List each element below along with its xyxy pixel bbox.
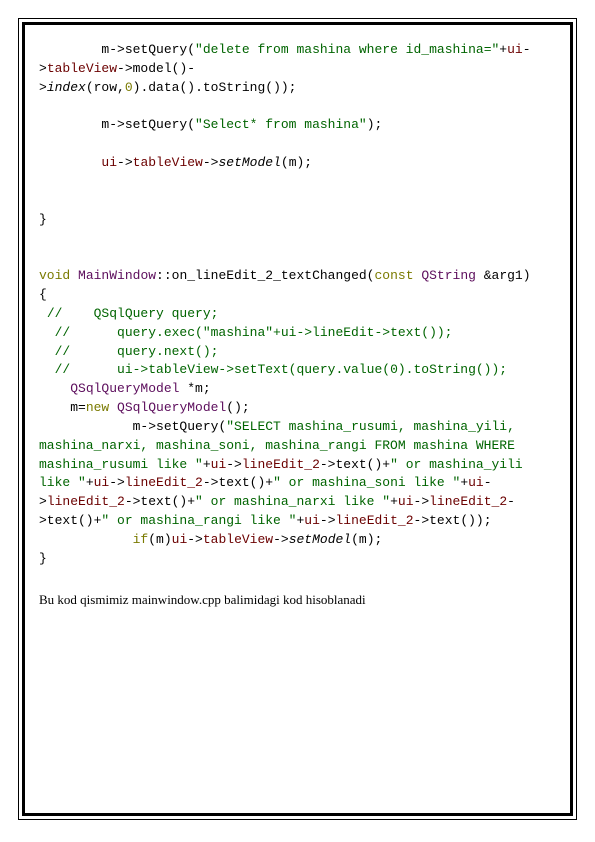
code-text: -> xyxy=(203,155,219,170)
kw-if: if xyxy=(133,532,149,547)
code-text: ->model()- xyxy=(117,61,195,76)
code-text: m= xyxy=(39,400,86,415)
code-text: -> xyxy=(414,494,430,509)
string-literal: "delete from mashina where id_mashina=" xyxy=(195,42,499,57)
member-ui: ui xyxy=(172,532,188,547)
code-text: -> xyxy=(273,532,289,547)
code-text: + xyxy=(390,494,398,509)
comment-line: // query.exec("mashina"+ui->lineEdit->te… xyxy=(39,325,452,340)
code-text: > xyxy=(39,80,47,95)
member-lineedit2: lineEdit_2 xyxy=(336,513,414,528)
code-text: ->text()+ xyxy=(203,475,273,490)
code-text xyxy=(70,268,78,283)
member-ui: ui xyxy=(211,457,227,472)
code-text: ); xyxy=(367,117,383,132)
code-block-a: m->setQuery("delete from mashina where i… xyxy=(39,41,556,267)
page-outer-frame: m->setQuery("delete from mashina where i… xyxy=(18,18,577,820)
code-text: + xyxy=(203,457,211,472)
member-tableview: tableView xyxy=(203,532,273,547)
code-text: (m); xyxy=(281,155,312,170)
code-text: -> xyxy=(109,475,125,490)
brace-close: } xyxy=(39,212,47,227)
member-lineedit2: lineEdit_2 xyxy=(242,457,320,472)
code-text: &arg1) xyxy=(476,268,531,283)
string-literal: " or mashina_soni like " xyxy=(273,475,460,490)
comment-line: // ui->tableView->setText(query.value(0)… xyxy=(39,362,507,377)
code-text: + xyxy=(499,42,507,57)
member-ui: ui xyxy=(304,513,320,528)
member-tableview: tableView xyxy=(133,155,203,170)
kw-void: void xyxy=(39,268,70,283)
code-text xyxy=(39,155,101,170)
type-qstring: QString xyxy=(421,268,476,283)
type-mainwindow: MainWindow xyxy=(78,268,156,283)
code-text: -> xyxy=(187,532,203,547)
code-text: ->text()+ xyxy=(320,457,390,472)
code-text: -> xyxy=(320,513,336,528)
kw-new: new xyxy=(86,400,109,415)
member-lineedit2: lineEdit_2 xyxy=(125,475,203,490)
code-text: -> xyxy=(117,155,133,170)
code-text: (); xyxy=(226,400,249,415)
literal-zero: 0 xyxy=(125,80,133,95)
code-text xyxy=(39,532,133,547)
member-tableview: tableView xyxy=(47,61,117,76)
code-signature: void MainWindow::on_lineEdit_2_textChang… xyxy=(39,267,556,286)
code-text: m->setQuery( xyxy=(39,42,195,57)
code-text: ->text()+ xyxy=(125,494,195,509)
brace-close: } xyxy=(39,551,47,566)
kw-const: const xyxy=(374,268,413,283)
brace-open: { xyxy=(39,287,47,302)
code-text: (m); xyxy=(351,532,382,547)
member-ui: ui xyxy=(94,475,110,490)
string-literal: "Select* from mashina" xyxy=(195,117,367,132)
member-ui: ui xyxy=(398,494,414,509)
string-literal: " or mashina_narxi like " xyxy=(195,494,390,509)
code-text: -> xyxy=(226,457,242,472)
code-text: + xyxy=(86,475,94,490)
type-qsqlquerymodel: QSqlQueryModel xyxy=(70,381,179,396)
func-setmodel: setModel xyxy=(289,532,351,547)
code-text: m->setQuery( xyxy=(39,117,195,132)
member-ui: ui xyxy=(468,475,484,490)
code-body: { // QSqlQuery query; // query.exec("mas… xyxy=(39,286,556,569)
code-text: + xyxy=(460,475,468,490)
code-text xyxy=(39,381,70,396)
code-text: *m; xyxy=(179,381,210,396)
code-text: ).data().toString()); xyxy=(133,80,297,95)
member-ui: ui xyxy=(101,155,117,170)
caption-text: Bu kod qismimiz mainwindow.cpp balimidag… xyxy=(39,591,556,610)
page-inner-frame: m->setQuery("delete from mashina where i… xyxy=(22,22,573,816)
comment-line: // query.next(); xyxy=(39,344,218,359)
type-qsqlquerymodel: QSqlQueryModel xyxy=(117,400,226,415)
string-literal: " or mashina_rangi like " xyxy=(101,513,296,528)
code-text: ::on_lineEdit_2_textChanged( xyxy=(156,268,374,283)
comment-line: // QSqlQuery query; xyxy=(39,306,218,321)
code-text: (m) xyxy=(148,532,171,547)
func-index: index xyxy=(47,80,86,95)
code-text: ->text()); xyxy=(414,513,492,528)
code-text: m->setQuery( xyxy=(39,419,226,434)
code-text xyxy=(109,400,117,415)
member-ui: ui xyxy=(507,42,523,57)
code-text: (row, xyxy=(86,80,125,95)
member-lineedit2: lineEdit_2 xyxy=(47,494,125,509)
func-setmodel: setModel xyxy=(218,155,280,170)
member-lineedit2: lineEdit_2 xyxy=(429,494,507,509)
